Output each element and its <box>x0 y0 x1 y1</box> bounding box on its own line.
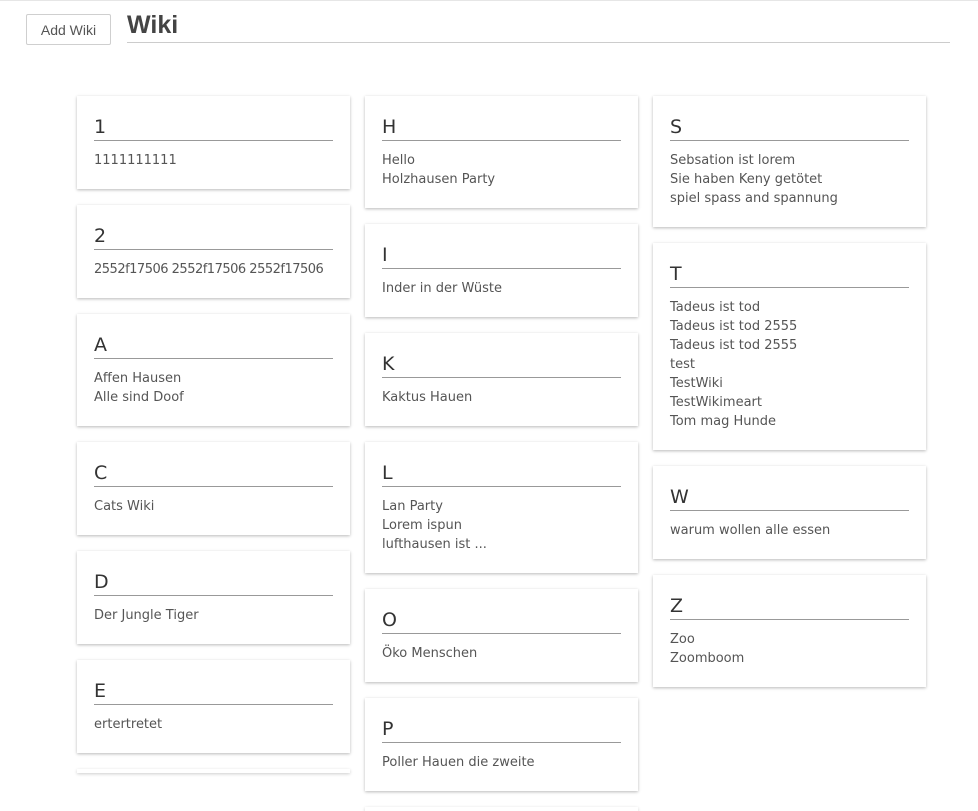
wiki-group-card: O Öko Menschen <box>365 589 638 682</box>
wiki-group-card: C Cats Wiki <box>77 442 350 535</box>
wiki-group-card: A Affen Hausen Alle sind Doof <box>77 314 350 426</box>
wiki-group-card: L Lan Party Lorem ispun lufthausen ist ... <box>365 442 638 573</box>
wiki-group-letter: T <box>670 262 909 288</box>
wiki-link[interactable]: Kaktus Hauen <box>382 388 621 407</box>
wiki-link[interactable]: 2552f17506 2552f17506 2552f17506 <box>94 260 333 279</box>
wiki-link[interactable]: Cats Wiki <box>94 497 333 516</box>
wiki-link[interactable]: Sie haben Keny getötet <box>670 170 909 189</box>
wiki-link[interactable]: Poller Hauen die zweite <box>382 753 621 772</box>
page-title: Wiki <box>127 10 950 43</box>
wiki-group-letter: K <box>382 352 621 378</box>
wiki-group-letter: L <box>382 461 621 487</box>
wiki-group-letter: I <box>382 243 621 269</box>
wiki-group-card: I Inder in der Wüste <box>365 224 638 317</box>
wiki-group-letter: A <box>94 333 333 359</box>
wiki-group-card: D Der Jungle Tiger <box>77 551 350 644</box>
wiki-list: 1111111111 <box>94 151 333 170</box>
wiki-group-card: H Hello Holzhausen Party <box>365 96 638 208</box>
wiki-group-letter: W <box>670 485 909 511</box>
wiki-group-card: K Kaktus Hauen <box>365 333 638 426</box>
wiki-group-card: Z Zoo Zoomboom <box>653 575 926 687</box>
wiki-link[interactable]: lufthausen ist ... <box>382 535 621 554</box>
wiki-link[interactable]: 1111111111 <box>94 151 333 170</box>
wiki-link[interactable]: TestWiki <box>670 374 909 393</box>
wiki-link[interactable]: Tom mag Hunde <box>670 412 909 431</box>
wiki-list: ertertretet <box>94 715 333 734</box>
wiki-link[interactable]: Öko Menschen <box>382 644 621 663</box>
wiki-list: Inder in der Wüste <box>382 279 621 298</box>
wiki-group-card: 1 1111111111 <box>77 96 350 189</box>
wiki-column-3: S Sebsation ist lorem Sie haben Keny getöt… <box>653 96 926 703</box>
add-wiki-button[interactable]: Add Wiki <box>26 14 111 45</box>
wiki-link[interactable]: Der Jungle Tiger <box>94 606 333 625</box>
wiki-list: Kaktus Hauen <box>382 388 621 407</box>
wiki-group-letter: P <box>382 717 621 743</box>
wiki-link[interactable]: Zoomboom <box>670 649 909 668</box>
wiki-group-letter: C <box>94 461 333 487</box>
wiki-group-card-partial <box>77 769 350 773</box>
wiki-group-card-partial <box>365 807 638 811</box>
wiki-link[interactable]: Lorem ispun <box>382 516 621 535</box>
wiki-link[interactable]: Tadeus ist tod 2555 <box>670 317 909 336</box>
wiki-group-card: T Tadeus ist tod Tadeus ist tod 2555 Tadeus… <box>653 243 926 450</box>
wiki-column-1: 1 1111111111 2 2552f17506 2552f17506 2552f1… <box>77 96 350 773</box>
wiki-link[interactable]: Affen Hausen <box>94 369 333 388</box>
wiki-group-card: 2 2552f17506 2552f17506 2552f17506 <box>77 205 350 298</box>
wiki-list: Cats Wiki <box>94 497 333 516</box>
wiki-group-letter: E <box>94 679 333 705</box>
wiki-list: Hello Holzhausen Party <box>382 151 621 189</box>
wiki-column-2: H Hello Holzhausen Party I Inder in der Wüst… <box>365 96 638 811</box>
wiki-link[interactable]: warum wollen alle essen <box>670 521 909 540</box>
wiki-list: Zoo Zoomboom <box>670 630 909 668</box>
wiki-link[interactable]: Hello <box>382 151 621 170</box>
wiki-link[interactable]: Tadeus ist tod 2555 <box>670 336 909 355</box>
wiki-list: Lan Party Lorem ispun lufthausen ist ... <box>382 497 621 554</box>
wiki-link[interactable]: Lan Party <box>382 497 621 516</box>
wiki-group-letter: H <box>382 115 621 141</box>
wiki-group-letter: 1 <box>94 115 333 141</box>
wiki-link[interactable]: TestWikimeart <box>670 393 909 412</box>
top-divider <box>0 0 978 1</box>
wiki-link[interactable]: ertertretet <box>94 715 333 734</box>
wiki-group-card: P Poller Hauen die zweite <box>365 698 638 791</box>
wiki-list: warum wollen alle essen <box>670 521 909 540</box>
wiki-list: Öko Menschen <box>382 644 621 663</box>
wiki-group-letter: 2 <box>94 224 333 250</box>
wiki-link[interactable]: test <box>670 355 909 374</box>
wiki-list: 2552f17506 2552f17506 2552f17506 <box>94 260 333 279</box>
wiki-list: Affen Hausen Alle sind Doof <box>94 369 333 407</box>
wiki-group-letter: O <box>382 608 621 634</box>
wiki-list: Poller Hauen die zweite <box>382 753 621 772</box>
wiki-link[interactable]: Zoo <box>670 630 909 649</box>
wiki-group-letter: S <box>670 115 909 141</box>
wiki-list: Tadeus ist tod Tadeus ist tod 2555 Tadeus … <box>670 298 909 431</box>
wiki-list: Der Jungle Tiger <box>94 606 333 625</box>
wiki-group-letter: D <box>94 570 333 596</box>
wiki-link[interactable]: Alle sind Doof <box>94 388 333 407</box>
wiki-list: Sebsation ist lorem Sie haben Keny getöte… <box>670 151 909 208</box>
wiki-link[interactable]: Holzhausen Party <box>382 170 621 189</box>
wiki-link[interactable]: spiel spass and spannung <box>670 189 909 208</box>
wiki-group-letter: Z <box>670 594 909 620</box>
wiki-group-card: S Sebsation ist lorem Sie haben Keny getöt… <box>653 96 926 227</box>
wiki-link[interactable]: Tadeus ist tod <box>670 298 909 317</box>
wiki-group-card: Eertertretet <box>77 660 350 753</box>
wiki-link[interactable]: Sebsation ist lorem <box>670 151 909 170</box>
wiki-link[interactable]: Inder in der Wüste <box>382 279 621 298</box>
wiki-group-card: Wwarum wollen alle essen <box>653 466 926 559</box>
